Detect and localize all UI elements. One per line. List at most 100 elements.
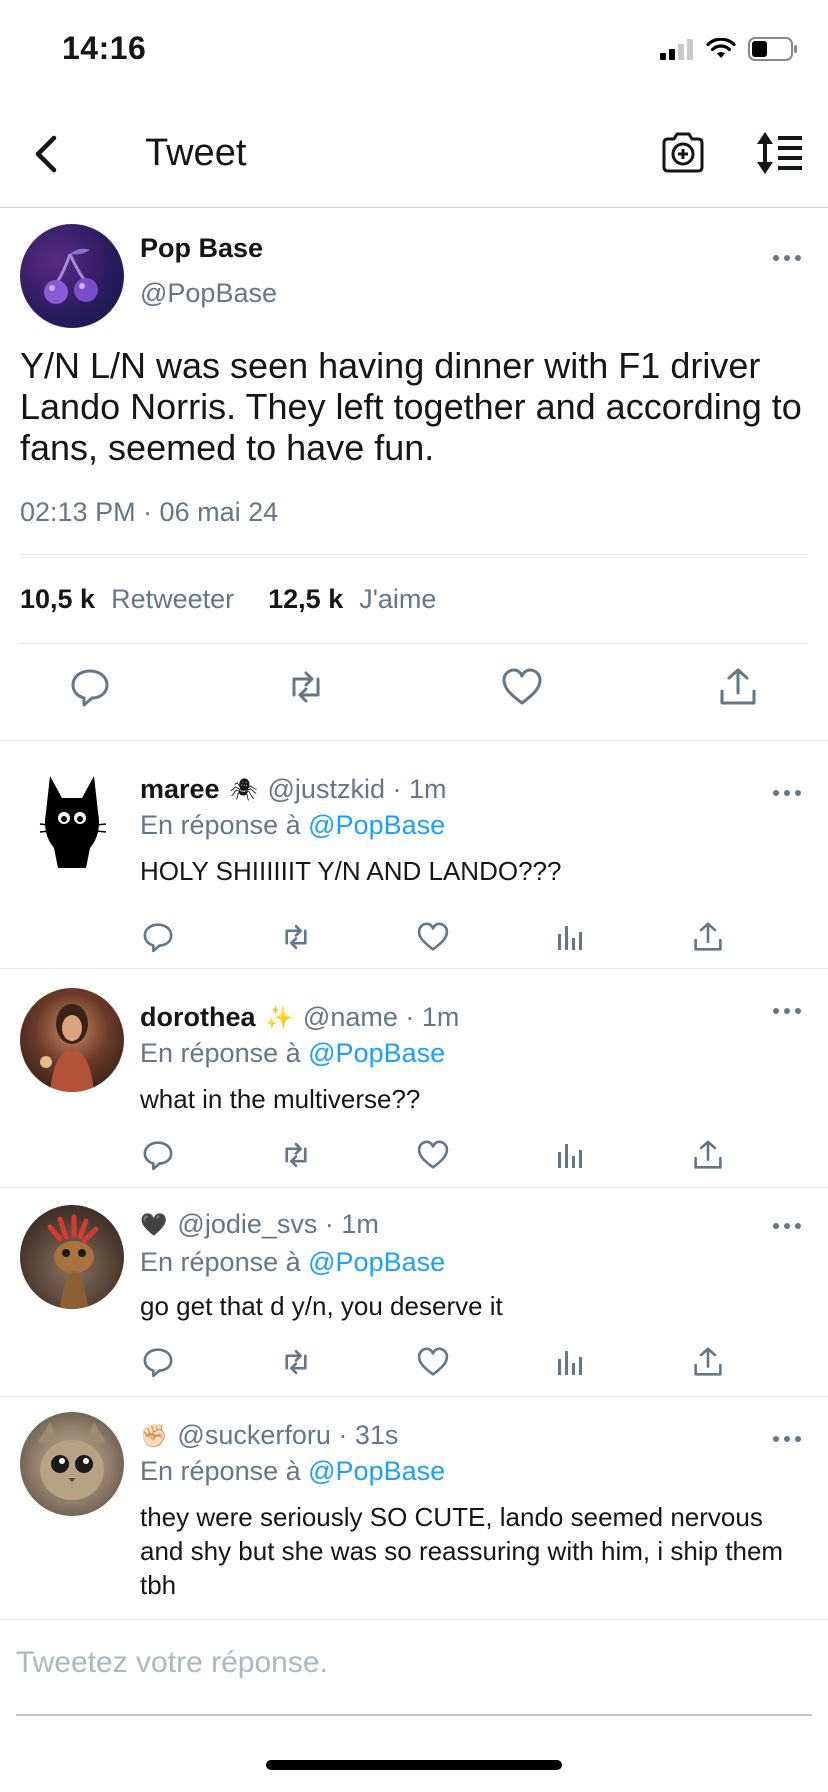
in-reply-to-label: En réponse à <box>140 1456 301 1486</box>
in-reply-to: En réponse à @PopBase <box>140 1038 445 1069</box>
like-button[interactable] <box>500 665 544 709</box>
retweet-button[interactable] <box>279 1345 313 1379</box>
in-reply-to: En réponse à @PopBase <box>140 1456 445 1487</box>
heart-icon <box>416 920 450 954</box>
analytics-button[interactable] <box>554 1138 588 1172</box>
analytics-button[interactable] <box>554 1345 588 1379</box>
avatar[interactable] <box>24 772 124 872</box>
reply-icon <box>141 1345 175 1379</box>
in-reply-to-link[interactable]: @PopBase <box>308 1456 445 1486</box>
reply-tweet[interactable]: ✊🏻 @suckerforu · 31s En réponse à @PopBa… <box>0 1398 828 1620</box>
reply-icon <box>141 1138 175 1172</box>
retweet-button[interactable] <box>279 1138 313 1172</box>
heart-icon <box>416 1345 450 1379</box>
author-name[interactable]: Pop Base <box>140 233 263 264</box>
home-indicator[interactable] <box>266 1760 562 1770</box>
reply-author-emoji: ✨ <box>265 1004 293 1030</box>
camera-button[interactable] <box>660 130 706 176</box>
divider <box>16 1714 812 1716</box>
reply-text: they were seriously SO CUTE, lando seeme… <box>140 1502 784 1600</box>
retweet-icon <box>284 665 328 709</box>
sort-icon <box>754 130 804 176</box>
retweet-label[interactable]: Retweeter <box>111 584 234 615</box>
reply-author-meta[interactable]: @name · 1m <box>303 1002 459 1033</box>
retweet-icon <box>279 920 313 954</box>
reply-text: go get that d y/n, you deserve it <box>140 1291 503 1321</box>
reply-icon <box>68 665 112 709</box>
in-reply-to-link[interactable]: @PopBase <box>308 1247 445 1277</box>
reply-author-meta[interactable]: @suckerforu · 31s <box>177 1420 398 1451</box>
reply-button[interactable] <box>141 1345 175 1379</box>
chevron-left-icon <box>26 130 66 178</box>
retweet-button[interactable] <box>284 665 328 709</box>
reply-author-meta[interactable]: @jodie_svs · 1m <box>177 1209 378 1240</box>
tweet-stats: 10,5 k Retweeter 12,5 k J'aime <box>20 584 470 615</box>
more-icon[interactable] <box>773 790 801 800</box>
wifi-icon <box>706 38 736 60</box>
like-count[interactable]: 12,5 k <box>268 584 343 615</box>
main-tweet[interactable]: Pop Base @PopBase Y/N L/N was seen havin… <box>0 209 828 741</box>
retweet-count[interactable]: 10,5 k <box>20 584 95 615</box>
reply-button[interactable] <box>68 665 112 709</box>
share-button[interactable] <box>716 665 760 709</box>
share-icon <box>691 1138 725 1172</box>
avatar[interactable] <box>20 988 124 1092</box>
reply-input[interactable]: Tweetez votre réponse. <box>16 1646 328 1680</box>
reply-header: maree 🕷 @justzkid · 1m <box>140 774 446 805</box>
more-icon[interactable] <box>773 255 801 265</box>
camera-icon <box>660 130 706 176</box>
status-bar: 14:16 <box>0 0 828 96</box>
nav-bar: Tweet <box>0 100 828 208</box>
reply-tweet[interactable]: maree 🕷 @justzkid · 1m En réponse à @Pop… <box>0 742 828 969</box>
in-reply-to: En réponse à @PopBase <box>140 1247 445 1278</box>
heart-icon <box>416 1138 450 1172</box>
tweet-timestamp: 02:13 PM · 06 mai 24 <box>20 497 279 527</box>
more-icon[interactable] <box>773 1436 801 1446</box>
signal-icon <box>660 38 694 60</box>
share-button[interactable] <box>691 1138 725 1172</box>
retweet-icon <box>279 1345 313 1379</box>
analytics-button[interactable] <box>554 920 588 954</box>
back-button[interactable] <box>26 130 66 178</box>
more-icon[interactable] <box>773 1223 801 1233</box>
more-icon[interactable] <box>773 1008 801 1018</box>
battery-icon <box>748 37 798 61</box>
avatar[interactable] <box>20 1412 124 1516</box>
reply-tweet[interactable]: 🖤 @jodie_svs · 1m En réponse à @PopBase … <box>0 1189 828 1397</box>
reply-author-name[interactable]: maree <box>140 774 220 805</box>
like-button[interactable] <box>416 1345 450 1379</box>
avatar[interactable] <box>20 224 124 328</box>
tweet-text: Y/N L/N was seen having dinner with F1 d… <box>20 345 802 468</box>
reply-author-emoji: ✊🏻 <box>140 1422 168 1448</box>
in-reply-to-label: En réponse à <box>140 810 301 840</box>
reply-text: HOLY SHIIIIIIT Y/N AND LANDO??? <box>140 856 562 886</box>
share-button[interactable] <box>691 920 725 954</box>
like-button[interactable] <box>416 920 450 954</box>
reply-header: ✊🏻 @suckerforu · 31s <box>140 1420 398 1451</box>
like-button[interactable] <box>416 1138 450 1172</box>
sort-button[interactable] <box>754 130 804 176</box>
reply-button[interactable] <box>141 920 175 954</box>
author-handle[interactable]: @PopBase <box>140 278 277 309</box>
in-reply-to: En réponse à @PopBase <box>140 810 445 841</box>
share-button[interactable] <box>691 1345 725 1379</box>
retweet-button[interactable] <box>279 920 313 954</box>
reply-text: what in the multiverse?? <box>140 1084 421 1114</box>
reply-author-emoji: 🖤 <box>140 1211 168 1237</box>
heart-icon <box>500 665 544 709</box>
share-icon <box>691 1345 725 1379</box>
reply-author-name[interactable]: dorothea <box>140 1002 256 1033</box>
reply-composer[interactable]: Tweetez votre réponse. <box>0 1620 828 1716</box>
reply-button[interactable] <box>141 1138 175 1172</box>
page-title: Tweet <box>145 132 247 174</box>
share-icon <box>691 920 725 954</box>
status-time: 14:16 <box>62 30 147 66</box>
reply-header: 🖤 @jodie_svs · 1m <box>140 1209 379 1240</box>
reply-header: dorothea ✨ @name · 1m <box>140 1002 459 1033</box>
avatar[interactable] <box>20 1205 124 1309</box>
reply-tweet[interactable]: dorothea ✨ @name · 1m En réponse à @PopB… <box>0 970 828 1188</box>
reply-author-meta[interactable]: @justzkid · 1m <box>268 774 447 805</box>
in-reply-to-link[interactable]: @PopBase <box>308 810 445 840</box>
in-reply-to-link[interactable]: @PopBase <box>308 1038 445 1068</box>
like-label[interactable]: J'aime <box>359 584 436 615</box>
